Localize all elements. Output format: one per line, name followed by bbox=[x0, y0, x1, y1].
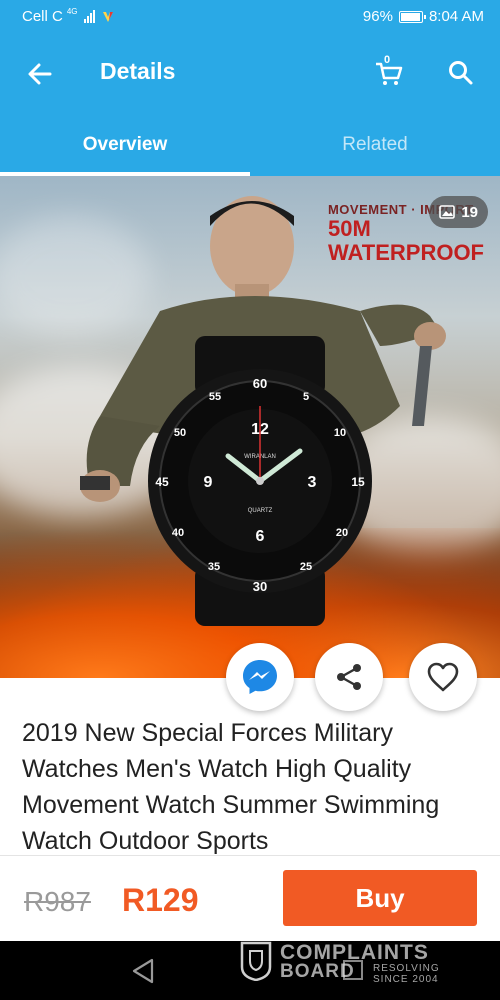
dial-hour: 6 bbox=[256, 528, 265, 545]
carrier-name: Cell C bbox=[22, 8, 63, 25]
clock: 8:04 AM bbox=[428, 8, 484, 25]
search-icon bbox=[449, 61, 473, 85]
back-arrow-icon bbox=[28, 63, 52, 85]
bezel-number: 5 bbox=[303, 391, 309, 403]
bezel-number: 25 bbox=[300, 561, 312, 573]
bezel-number: 60 bbox=[253, 376, 267, 391]
bezel-number: 35 bbox=[208, 561, 220, 573]
share-button[interactable] bbox=[315, 643, 383, 711]
network-type: 4G bbox=[66, 7, 78, 16]
cart-button[interactable]: 0 bbox=[370, 54, 408, 92]
bezel-number: 40 bbox=[172, 527, 184, 539]
watermark-line2: BOARD bbox=[280, 961, 355, 982]
nav-back-icon[interactable] bbox=[130, 957, 156, 985]
promo-line-waterproof: WATERPROOF bbox=[327, 240, 484, 265]
dial-hour: 9 bbox=[204, 474, 213, 491]
bezel-number: 30 bbox=[253, 579, 267, 594]
image-icon bbox=[439, 205, 456, 219]
watermark-sub: RESOLVING SINCE 2004 bbox=[373, 963, 440, 985]
wishlist-button[interactable] bbox=[409, 643, 477, 711]
search-button[interactable] bbox=[442, 54, 480, 92]
watermark-sub1: RESOLVING bbox=[373, 963, 440, 974]
tab-bar: Overview Related bbox=[0, 114, 500, 176]
back-button[interactable] bbox=[22, 56, 58, 92]
photo-count-badge[interactable]: 19 bbox=[429, 196, 488, 228]
bezel-number: 20 bbox=[336, 527, 348, 539]
messenger-icon bbox=[243, 660, 277, 694]
battery-icon bbox=[398, 10, 426, 23]
tab-overview[interactable]: Overview bbox=[0, 114, 250, 176]
bezel-number: 50 bbox=[174, 427, 186, 439]
watermark-sub2: SINCE 2004 bbox=[373, 974, 439, 985]
bezel-number: 10 bbox=[334, 427, 346, 439]
sale-price: R129 bbox=[122, 882, 199, 918]
watch-illustration: 60 55 5 50 10 15 45 40 20 35 25 30 12 9 … bbox=[148, 336, 372, 626]
system-nav-bar: COMPLAINTS BOARD RESOLVING SINCE 2004 bbox=[0, 941, 500, 1000]
messenger-share-button[interactable] bbox=[226, 643, 294, 711]
status-bar: Cell C 4G 96% 8:04 AM bbox=[0, 0, 500, 34]
price-bar: R987 R129 Buy bbox=[0, 855, 500, 941]
bezel-number: 55 bbox=[209, 391, 221, 403]
heart-icon bbox=[427, 662, 459, 692]
signal-icon bbox=[83, 10, 95, 23]
cart-count: 0 bbox=[384, 54, 391, 66]
battery-percent: 96% bbox=[362, 8, 393, 25]
buy-button[interactable]: Buy bbox=[283, 870, 477, 926]
product-image[interactable]: 60 55 5 50 10 15 45 40 20 35 25 30 12 9 … bbox=[0, 176, 500, 678]
watch-quartz-label: QUARTZ bbox=[248, 508, 273, 514]
watermark-logo-icon bbox=[240, 941, 272, 981]
bezel-number: 45 bbox=[155, 475, 169, 489]
photo-count: 19 bbox=[461, 203, 478, 221]
page-title: Details bbox=[100, 58, 176, 84]
dial-hour: 3 bbox=[308, 474, 317, 491]
status-right: 96% 8:04 AM bbox=[363, 8, 484, 25]
bezel-number: 15 bbox=[351, 475, 365, 489]
carrier-logo-icon bbox=[102, 11, 113, 22]
product-title: 2019 New Special Forces Military Watches… bbox=[22, 719, 440, 855]
original-price: R987 bbox=[24, 886, 91, 917]
app-bar: Details 0 bbox=[0, 34, 500, 114]
status-left: Cell C 4G bbox=[22, 7, 114, 25]
tab-related[interactable]: Related bbox=[250, 114, 500, 176]
share-icon bbox=[337, 664, 361, 690]
